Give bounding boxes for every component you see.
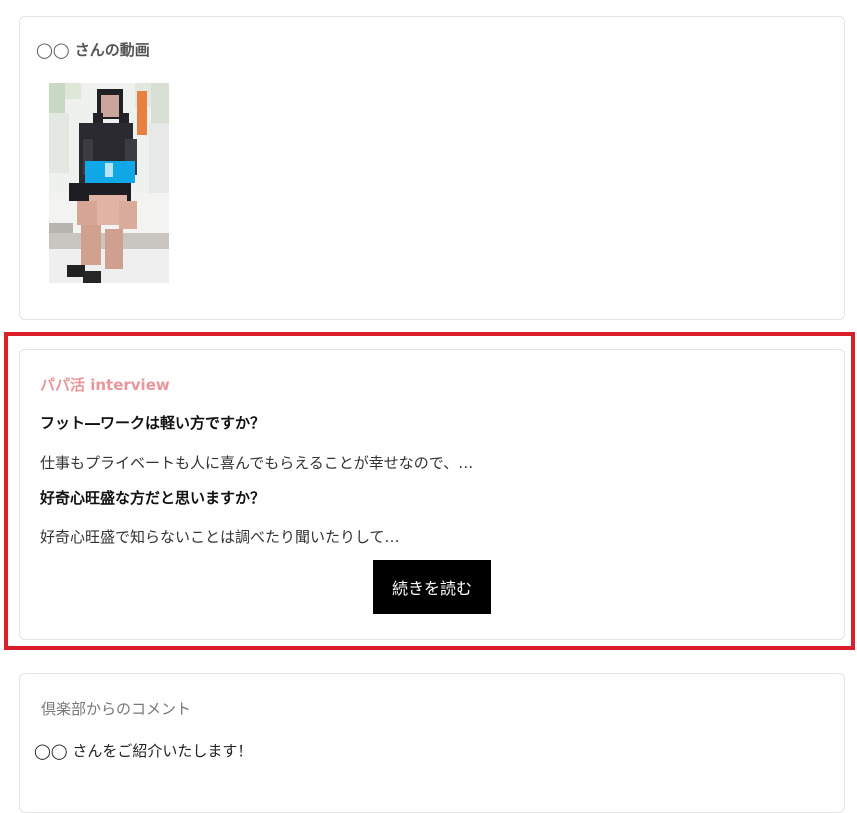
read-more-button[interactable]: 続きを読む	[373, 560, 491, 614]
interview-answer-1: 仕事もプライベートも人に喜んでもらえることが幸せなので、…	[40, 454, 474, 472]
comment-heading: 倶楽部からのコメント	[41, 700, 192, 718]
comment-card: 倶楽部からのコメント ◯◯ さんをご紹介いたします！	[19, 673, 845, 813]
interview-question-1: フット―ワークは軽い方ですか？	[40, 414, 266, 432]
video-section-title: ◯◯ さんの動画	[36, 41, 150, 59]
interview-question-2: 好奇心旺盛な方だと思いますか？	[40, 489, 266, 507]
interview-answer-2: 好奇心旺盛で知らないことは調べたり聞いたりして…	[40, 528, 400, 546]
comment-text: ◯◯ さんをご紹介いたします！	[34, 742, 253, 760]
video-thumbnail[interactable]	[49, 83, 169, 283]
video-card: ◯◯ さんの動画	[19, 16, 845, 320]
interview-card: パパ活 interview フット―ワークは軽い方ですか？ 仕事もプライベートも…	[19, 349, 845, 640]
interview-heading: パパ活 interview	[40, 376, 170, 394]
